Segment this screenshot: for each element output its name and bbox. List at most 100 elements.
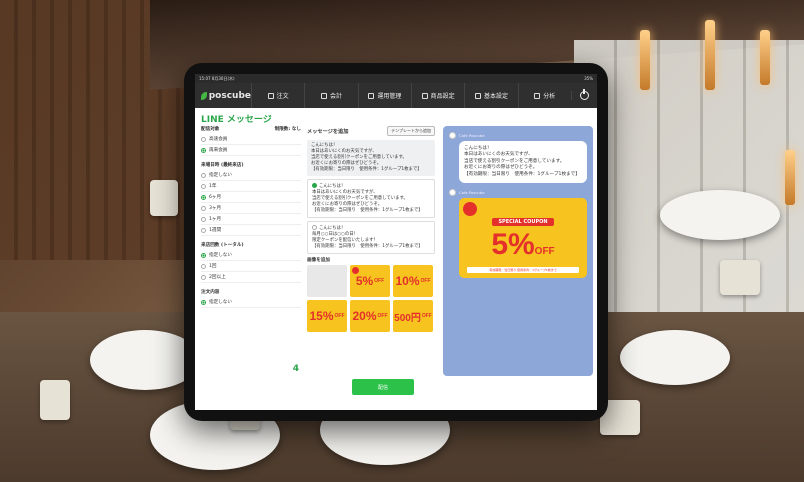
order-section: 注文内容 指定しない bbox=[201, 289, 301, 308]
radio-option[interactable]: 3ヶ月 bbox=[201, 203, 301, 214]
tag-icon bbox=[368, 92, 375, 99]
coupon-value: 20% bbox=[352, 309, 377, 323]
pendant-lamp bbox=[640, 30, 650, 90]
section-heading: 来店回数 (トータル) bbox=[201, 243, 244, 248]
option-label: 1ヶ月 bbox=[209, 217, 222, 222]
option-label: 指定しない bbox=[209, 300, 232, 305]
radio-option[interactable]: 1ヶ月 bbox=[201, 214, 301, 225]
coupon-percent: 5% bbox=[491, 228, 535, 262]
line-preview: Cafe Poscube こんにちは！ 本日はあいにくのお天気ですが、 当店で使… bbox=[443, 126, 593, 376]
template-message[interactable]: こんにちは！ 毎月○○日は○○の日！ 限定クーポンを配信いたします！ 【有効期限… bbox=[307, 221, 435, 254]
nav-analytics[interactable]: 分析 bbox=[517, 83, 571, 108]
chair bbox=[40, 380, 70, 420]
avatar bbox=[449, 132, 456, 139]
radio-option[interactable]: 高速会員 bbox=[201, 134, 301, 145]
nav-label: 分析 bbox=[543, 93, 556, 100]
logo-text: poscube bbox=[208, 90, 251, 101]
chart-icon bbox=[534, 92, 541, 99]
coupon-value: 15% bbox=[309, 309, 334, 323]
pendant-lamp bbox=[760, 30, 770, 85]
tablet-screen: 15:07 8月30日(木) 35% poscube 注文 会計 運用管理 商品… bbox=[195, 74, 597, 410]
nav-label: 運用管理 bbox=[377, 93, 402, 100]
target-section: 配信対象 制限数: なし 高速会員 再来会員 bbox=[201, 126, 301, 156]
filter-panel: 配信対象 制限数: なし 高速会員 再来会員 来場日時 (最終来店) 指定しない… bbox=[201, 126, 301, 374]
tablet-device: 15:07 8月30日(木) 35% poscube 注文 会計 運用管理 商品… bbox=[184, 63, 608, 421]
radio-option[interactable]: 指定しない bbox=[201, 250, 301, 261]
coupon-value: 500円 bbox=[394, 312, 421, 324]
check-icon bbox=[352, 267, 359, 274]
coupon-unit: OFF bbox=[420, 278, 431, 284]
radio-selected-icon bbox=[201, 194, 206, 200]
chair bbox=[720, 260, 760, 295]
radio-icon bbox=[201, 227, 206, 233]
power-button[interactable] bbox=[570, 89, 597, 100]
radio-icon bbox=[201, 274, 206, 280]
coupon-image[interactable]: 500円 OFF bbox=[393, 300, 433, 332]
coupon-image-empty[interactable] bbox=[307, 265, 347, 297]
pendant-lamp bbox=[705, 20, 715, 90]
preview-coupon-image: SPECIAL COUPON 5%OFF 有効期限：当日限り 使用条件：1グルー… bbox=[459, 198, 587, 279]
nav-label: 基本設定 bbox=[483, 93, 508, 100]
template-text: こんにちは！ 本日はあいにくのお天気ですが、 当店で使える割引クーポンをご用意し… bbox=[312, 184, 423, 213]
option-label: 1年 bbox=[209, 184, 217, 189]
image-heading: 画像を追加 bbox=[307, 258, 330, 263]
radio-icon bbox=[201, 136, 206, 142]
sender-name: Cafe Poscube bbox=[459, 133, 485, 138]
option-label: 1回 bbox=[209, 264, 217, 269]
radio-option[interactable]: 1週間 bbox=[201, 225, 301, 236]
nav-products[interactable]: 商品設定 bbox=[410, 83, 464, 108]
radio-option[interactable]: 1回 bbox=[201, 261, 301, 272]
radio-icon bbox=[201, 205, 206, 211]
pendant-lamp bbox=[785, 150, 795, 205]
template-text: こんにちは！ 毎月○○日は○○の日！ 限定クーポンを配信いたします！ 【有効期限… bbox=[312, 226, 423, 249]
edit-icon bbox=[267, 92, 274, 99]
check-icon bbox=[312, 183, 317, 188]
battery-level: 35% bbox=[584, 76, 593, 81]
radio-selected-icon bbox=[201, 299, 206, 305]
dining-table bbox=[620, 330, 730, 385]
message-input[interactable]: こんにちは！ 本日はあいにくのお天気ですが、 当店で使える割引クーポンをご用意し… bbox=[307, 140, 435, 176]
radio-option[interactable]: 再来会員 bbox=[201, 145, 301, 156]
nav-order[interactable]: 注文 bbox=[251, 83, 304, 108]
recipient-count: 4 bbox=[292, 364, 299, 374]
add-from-template-button[interactable]: テンプレートから追加 bbox=[387, 126, 435, 136]
coupon-unit: OFF bbox=[377, 313, 388, 319]
coupon-image[interactable]: 20% OFF bbox=[350, 300, 390, 332]
coupon-value: 5%OFF bbox=[459, 227, 587, 270]
avatar bbox=[449, 189, 456, 197]
coupon-footer: 有効期限：当日限り 使用条件：1グループ1枚まで bbox=[467, 267, 579, 274]
radio-selected-icon bbox=[201, 252, 206, 258]
status-time: 15:07 bbox=[199, 76, 211, 81]
preview-message-bubble: こんにちは！ 本日はあいにくのお天気ですが、 当店で使える割引クーポンをご用意し… bbox=[459, 141, 587, 184]
option-label: 1週間 bbox=[209, 228, 222, 233]
app-logo[interactable]: poscube bbox=[195, 91, 251, 101]
nav-operations[interactable]: 運用管理 bbox=[357, 83, 411, 108]
radio-option[interactable]: 指定しない bbox=[201, 170, 301, 181]
sender-row: Cafe Poscube bbox=[449, 132, 587, 139]
radio-option[interactable]: 指定しない bbox=[201, 297, 301, 308]
radio-option[interactable]: 2回以上 bbox=[201, 272, 301, 283]
coupon-image[interactable]: 5% OFF bbox=[350, 265, 390, 297]
nav-label: 注文 bbox=[276, 93, 289, 100]
option-label: 6ヶ月 bbox=[209, 195, 222, 200]
coupon-value: 10% bbox=[395, 274, 420, 288]
radio-option[interactable]: 1年 bbox=[201, 181, 301, 192]
template-message[interactable]: こんにちは！ 本日はあいにくのお天気ですが、 当店で使える割引クーポンをご用意し… bbox=[307, 179, 435, 218]
coupon-image[interactable]: 10% OFF bbox=[393, 265, 433, 297]
option-label: 高速会員 bbox=[209, 137, 228, 142]
status-date: 8月30日(木) bbox=[211, 76, 235, 81]
coupon-image[interactable]: 15% OFF bbox=[307, 300, 347, 332]
coupon-badge bbox=[463, 202, 477, 217]
radio-icon bbox=[201, 172, 206, 178]
nav-settings[interactable]: 基本設定 bbox=[464, 83, 517, 108]
nav-checkout[interactable]: 会計 bbox=[304, 83, 357, 108]
radio-icon bbox=[201, 216, 206, 222]
radio-option[interactable]: 6ヶ月 bbox=[201, 192, 301, 203]
radio-icon bbox=[201, 183, 206, 189]
leaf-icon bbox=[201, 91, 207, 100]
option-label: 指定しない bbox=[209, 253, 232, 258]
dining-table bbox=[660, 190, 780, 240]
option-label: 再来会員 bbox=[209, 148, 228, 153]
box-icon bbox=[421, 92, 428, 99]
send-button[interactable]: 配信 bbox=[352, 379, 414, 395]
